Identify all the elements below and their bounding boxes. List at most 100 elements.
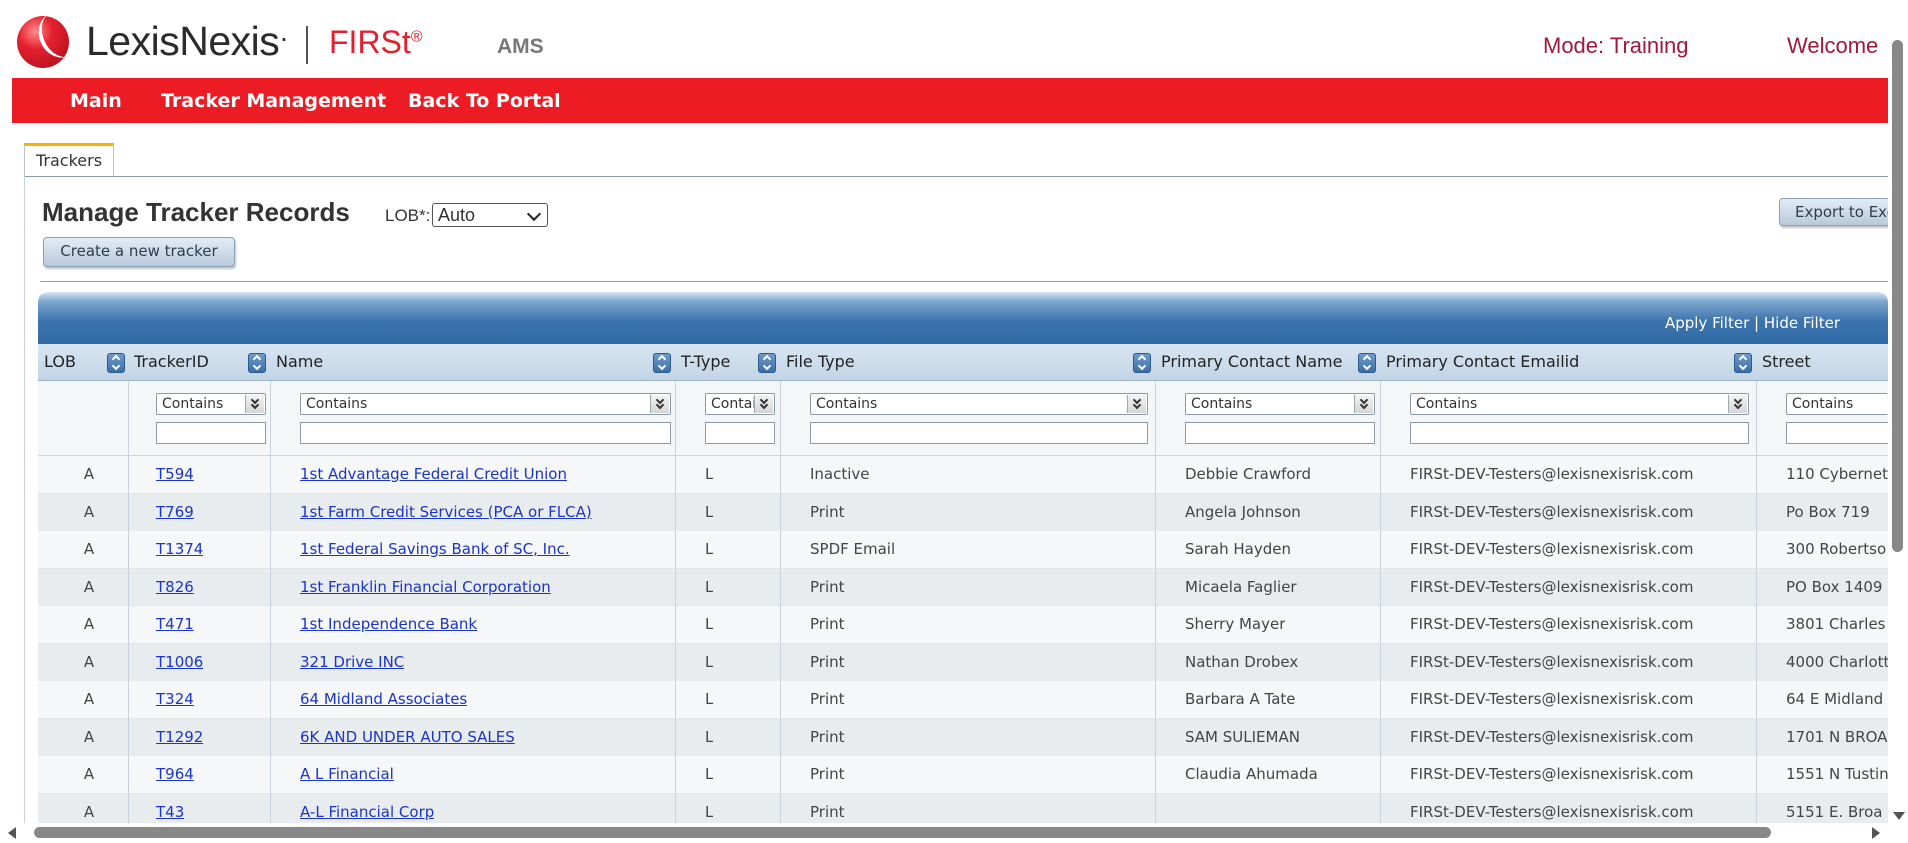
nav-tracker-management[interactable]: Tracker Management: [161, 90, 386, 112]
cell-trackerid[interactable]: T964: [156, 756, 194, 793]
nav-back-to-portal[interactable]: Back To Portal: [408, 90, 561, 112]
cell-ttype: L: [705, 615, 714, 633]
column-header-primary-contact-name[interactable]: Primary Contact Name: [1155, 344, 1385, 380]
cell-ttype: L: [705, 652, 714, 671]
hide-filter-link[interactable]: Hide Filter: [1764, 314, 1840, 332]
column-header-trackerid[interactable]: TrackerID: [128, 344, 268, 380]
table-row[interactable]: A T964 A L Financial L Print Claudia Ahumada F…: [38, 756, 1889, 794]
sort-ttype-icon[interactable]: [758, 353, 776, 373]
sort-primary-contact-name-icon[interactable]: [1358, 353, 1376, 373]
nav-main[interactable]: Main: [70, 90, 122, 112]
vertical-scrollbar-thumb[interactable]: [1892, 40, 1903, 552]
page-title: Manage Tracker Records: [42, 197, 350, 227]
trackerid-filter-input[interactable]: [156, 422, 266, 444]
cell-trackerid[interactable]: T826: [156, 569, 194, 606]
lob-selected-value: Auto: [438, 205, 476, 225]
cell-primary-contact-email: FIRSt-DEV-Testers@lexisnexisrisk.com: [1410, 727, 1694, 746]
column-header-name[interactable]: Name: [270, 344, 670, 380]
scroll-right-arrow-icon[interactable]: [1872, 827, 1880, 839]
sort-trackerid-icon[interactable]: [248, 353, 266, 373]
cell-filetype: Print: [810, 615, 845, 633]
cell-name[interactable]: 321 Drive INC: [300, 644, 404, 681]
cell-trackerid[interactable]: T769: [156, 494, 194, 531]
table-row[interactable]: A T1374 1st Federal Savings Bank of SC, In…: [38, 531, 1888, 569]
filetype-filter-input[interactable]: [810, 422, 1148, 444]
primary-contact-email-filter-input[interactable]: [1410, 422, 1749, 444]
cell-trackerid[interactable]: T594: [156, 456, 194, 493]
sort-primary-contact-email-icon[interactable]: [1734, 353, 1752, 373]
lob-select[interactable]: Auto: [432, 203, 548, 227]
cell-street: 64 E Midland: [1786, 690, 1884, 708]
logo-divider: [306, 26, 308, 64]
apply-filter-link[interactable]: Apply Filter: [1665, 314, 1749, 332]
column-divider: [675, 381, 676, 843]
cell-ttype: L: [705, 690, 714, 708]
street-filter-select[interactable]: Contains: [1786, 393, 1888, 415]
street-filter-input[interactable]: [1786, 422, 1888, 444]
cell-trackerid[interactable]: T1006: [156, 644, 203, 681]
sort-name-icon[interactable]: [653, 353, 671, 373]
filter-links: Apply Filter | Hide Filter: [1665, 314, 1840, 332]
filter-option-label: Contains: [816, 396, 878, 412]
product-name: FIRSt®: [329, 24, 423, 60]
sort-filetype-icon[interactable]: [1133, 353, 1151, 373]
primary-contact-name-filter-input[interactable]: [1185, 422, 1375, 444]
trackerid-filter-select[interactable]: Contains: [156, 393, 266, 415]
chevron-down-icon: [1728, 395, 1747, 413]
tab-trackers[interactable]: Trackers: [24, 143, 114, 177]
cell-primary-contact-name: Debbie Crawford: [1185, 465, 1311, 483]
horizontal-scrollbar-thumb[interactable]: [34, 827, 1771, 838]
vertical-scrollbar[interactable]: [1888, 30, 1908, 820]
cell-name[interactable]: A L Financial: [300, 756, 394, 793]
cell-lob: A: [83, 540, 95, 558]
sort-lob-icon[interactable]: [107, 353, 125, 373]
cell-name[interactable]: 1st Farm Credit Services (PCA or FLCA): [300, 494, 592, 531]
filetype-filter-select[interactable]: Contains: [810, 393, 1148, 415]
table-row[interactable]: A T826 1st Franklin Financial Corporation L…: [38, 568, 1888, 607]
cell-street: 300 Robertso: [1786, 540, 1887, 558]
name-filter-input[interactable]: [300, 422, 671, 444]
scroll-down-arrow-icon[interactable]: [1893, 812, 1905, 820]
cell-name[interactable]: 6K AND UNDER AUTO SALES: [300, 719, 515, 756]
horizontal-scrollbar[interactable]: [0, 823, 1888, 843]
cell-filetype: Print: [810, 502, 845, 521]
cell-street: 1551 N Tustin: [1786, 765, 1889, 783]
scroll-left-arrow-icon[interactable]: [8, 827, 16, 839]
main-nav: Main Tracker Management Back To Portal: [12, 78, 1888, 123]
ttype-filter-select[interactable]: Contains: [705, 393, 775, 415]
mode-indicator: Mode: Training: [1543, 33, 1689, 58]
filter-option-label: Contains: [1792, 396, 1854, 412]
cell-primary-contact-name: Angela Johnson: [1185, 502, 1301, 521]
export-to-excel-button[interactable]: Export to Excel: [1779, 198, 1894, 226]
create-tracker-button[interactable]: Create a new tracker: [43, 237, 235, 267]
table-row[interactable]: A T324 64 Midland Associates L Print Barbara …: [38, 681, 1888, 719]
primary-contact-email-filter-select[interactable]: Contains: [1410, 393, 1749, 415]
cell-name[interactable]: 1st Federal Savings Bank of SC, Inc.: [300, 531, 570, 568]
panel-border: [24, 176, 25, 843]
table-row[interactable]: A T1006 321 Drive INC L Print Nathan Drobex FI…: [38, 643, 1889, 682]
table-row[interactable]: A T1292 6K AND UNDER AUTO SALES L Print SAM S…: [38, 718, 1888, 757]
filter-option-label: Contains: [306, 396, 368, 412]
filter-option-label: Contains: [1416, 396, 1478, 412]
column-header-primary-contact-email[interactable]: Primary Contact Emailid: [1380, 344, 1760, 380]
column-header-street[interactable]: Street: [1756, 344, 1888, 380]
cell-name[interactable]: 1st Advantage Federal Credit Union: [300, 456, 567, 493]
cell-filetype: Print: [810, 690, 845, 708]
cell-trackerid[interactable]: T471: [156, 606, 194, 643]
table-row[interactable]: A T594 1st Advantage Federal Credit Union L…: [38, 456, 1888, 494]
cell-name[interactable]: 1st Independence Bank: [300, 606, 477, 643]
cell-trackerid[interactable]: T1374: [156, 531, 203, 568]
ttype-filter-input[interactable]: [705, 422, 775, 444]
name-filter-select[interactable]: Contains: [300, 393, 671, 415]
cell-name[interactable]: 1st Franklin Financial Corporation: [300, 569, 551, 606]
table-row[interactable]: A T769 1st Farm Credit Services (PCA or FL…: [38, 493, 1888, 532]
cell-trackerid[interactable]: T324: [156, 681, 194, 718]
column-header-filetype[interactable]: File Type: [780, 344, 1150, 380]
cell-lob: A: [83, 502, 95, 521]
table-row[interactable]: A T471 1st Independence Bank L Print Sherry M…: [38, 606, 1888, 644]
column-header-ttype[interactable]: T-Type: [675, 344, 765, 380]
cell-trackerid[interactable]: T1292: [156, 719, 203, 756]
cell-name[interactable]: 64 Midland Associates: [300, 681, 467, 718]
lob-label: LOB*:: [385, 206, 431, 225]
primary-contact-name-filter-select[interactable]: Contains: [1185, 393, 1375, 415]
